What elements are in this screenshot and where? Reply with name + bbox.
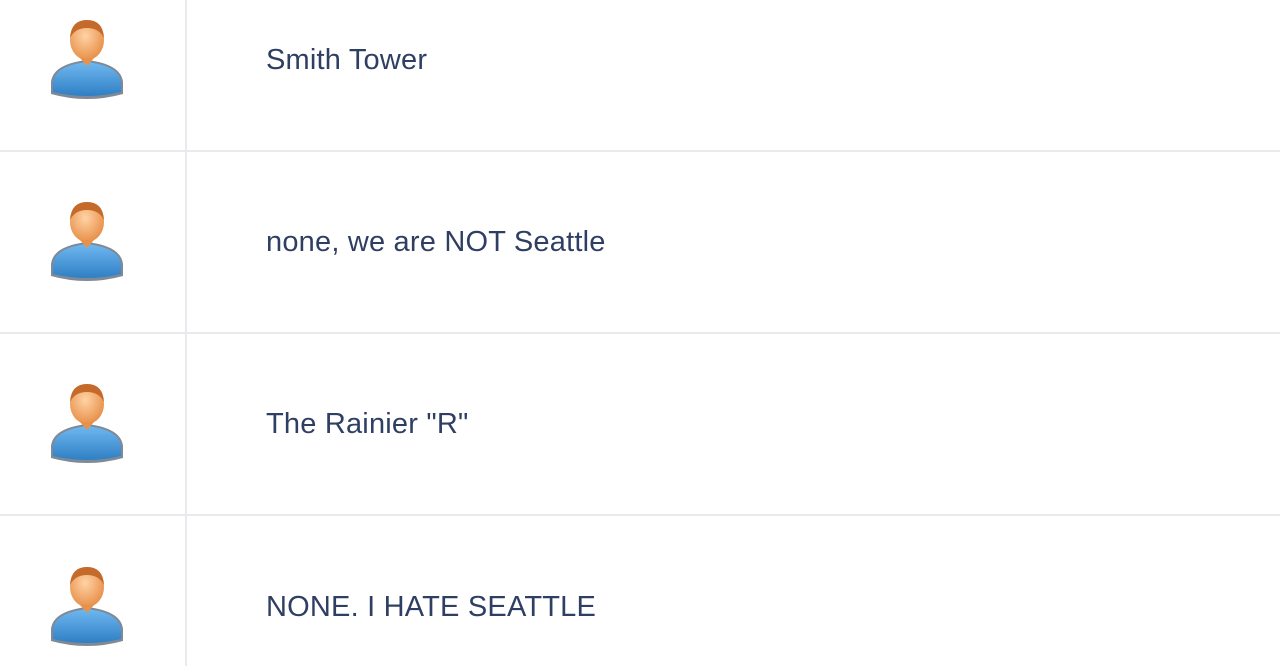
- text-cell: Smith Tower: [187, 0, 1280, 150]
- list-item: none, we are NOT Seattle: [0, 152, 1280, 334]
- avatar-cell: [0, 516, 187, 666]
- response-text: none, we are NOT Seattle: [266, 225, 606, 258]
- avatar-cell: [0, 0, 187, 150]
- response-list: Smith Tower none, we are NOT Seattle The…: [0, 0, 1280, 666]
- text-cell: NONE. I HATE SEATTLE: [187, 516, 1280, 666]
- list-item: NONE. I HATE SEATTLE: [0, 516, 1280, 666]
- text-cell: none, we are NOT Seattle: [187, 152, 1280, 332]
- avatar-cell: [0, 334, 187, 514]
- list-item: The Rainier "R": [0, 334, 1280, 516]
- response-text: NONE. I HATE SEATTLE: [266, 590, 597, 623]
- text-cell: The Rainier "R": [187, 334, 1280, 514]
- response-text: The Rainier "R": [266, 407, 469, 440]
- user-avatar-icon: [50, 200, 127, 284]
- response-text: Smith Tower: [266, 43, 428, 76]
- list-item: Smith Tower: [0, 0, 1280, 152]
- user-avatar-icon: [50, 18, 127, 102]
- user-avatar-icon: [50, 565, 127, 649]
- user-avatar-icon: [50, 382, 127, 466]
- avatar-cell: [0, 152, 187, 332]
